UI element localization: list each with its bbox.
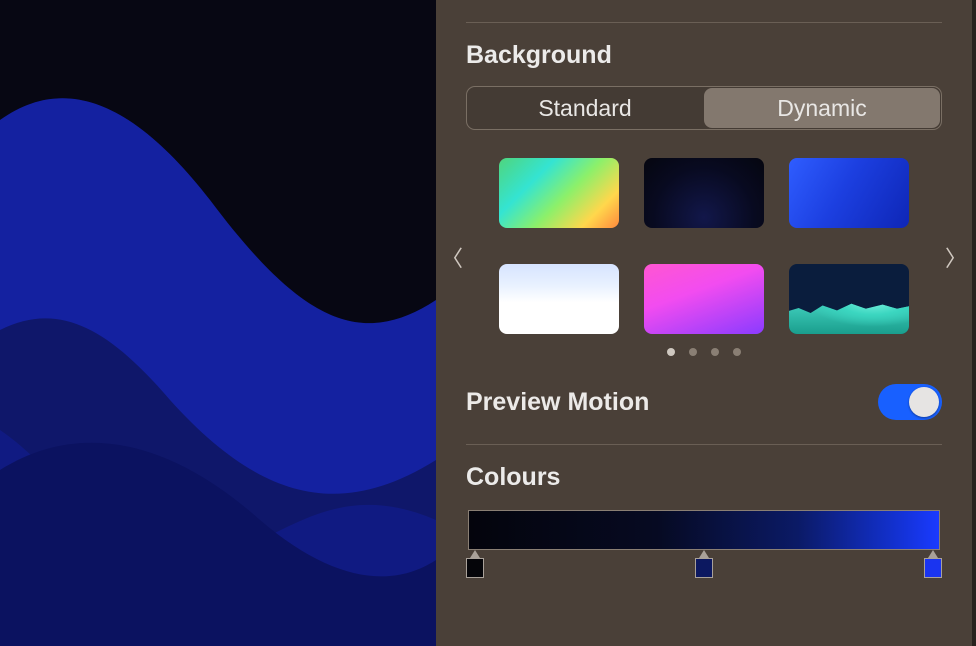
- divider: [466, 444, 942, 445]
- gradient-stop[interactable]: [695, 558, 713, 578]
- background-carousel: 〈 〉: [466, 158, 942, 356]
- colours-section: Colours: [466, 463, 942, 580]
- background-mode-segmented[interactable]: Standard Dynamic: [466, 86, 942, 130]
- colour-gradient-bar[interactable]: [468, 510, 940, 550]
- preview-motion-row: Preview Motion: [466, 382, 942, 422]
- preview-motion-toggle[interactable]: [878, 384, 942, 420]
- segment-standard[interactable]: Standard: [467, 87, 703, 129]
- gradient-stop[interactable]: [924, 558, 942, 578]
- background-section-title: Background: [466, 41, 942, 70]
- page-dot[interactable]: [711, 348, 719, 356]
- bg-thumb-vivid-blue[interactable]: [789, 158, 909, 228]
- bg-thumb-rainbow-gradient[interactable]: [499, 158, 619, 228]
- gradient-stop[interactable]: [466, 558, 484, 578]
- background-thumbnail-grid: [466, 158, 942, 334]
- settings-panel: Background Standard Dynamic 〈 〉 Preview …: [436, 0, 976, 646]
- colour-gradient-editor[interactable]: [466, 510, 942, 580]
- colours-section-title: Colours: [466, 463, 942, 492]
- page-dot[interactable]: [733, 348, 741, 356]
- page-dot[interactable]: [667, 348, 675, 356]
- carousel-page-dots: [466, 348, 942, 356]
- bg-thumb-dark-blue-clouds[interactable]: [644, 158, 764, 228]
- chevron-right-icon[interactable]: 〉: [944, 241, 968, 273]
- toggle-knob: [909, 387, 939, 417]
- chevron-left-icon[interactable]: 〈: [440, 241, 464, 273]
- page-dot[interactable]: [689, 348, 697, 356]
- segment-dynamic[interactable]: Dynamic: [704, 88, 940, 128]
- divider: [466, 22, 942, 23]
- bg-thumb-pink-purple-gradient[interactable]: [644, 264, 764, 334]
- wallpaper-preview-image: [0, 0, 436, 646]
- preview-motion-label: Preview Motion: [466, 388, 649, 417]
- wallpaper-preview: [0, 0, 436, 646]
- bg-thumb-white-sky[interactable]: [499, 264, 619, 334]
- bg-thumb-teal-mountains[interactable]: [789, 264, 909, 334]
